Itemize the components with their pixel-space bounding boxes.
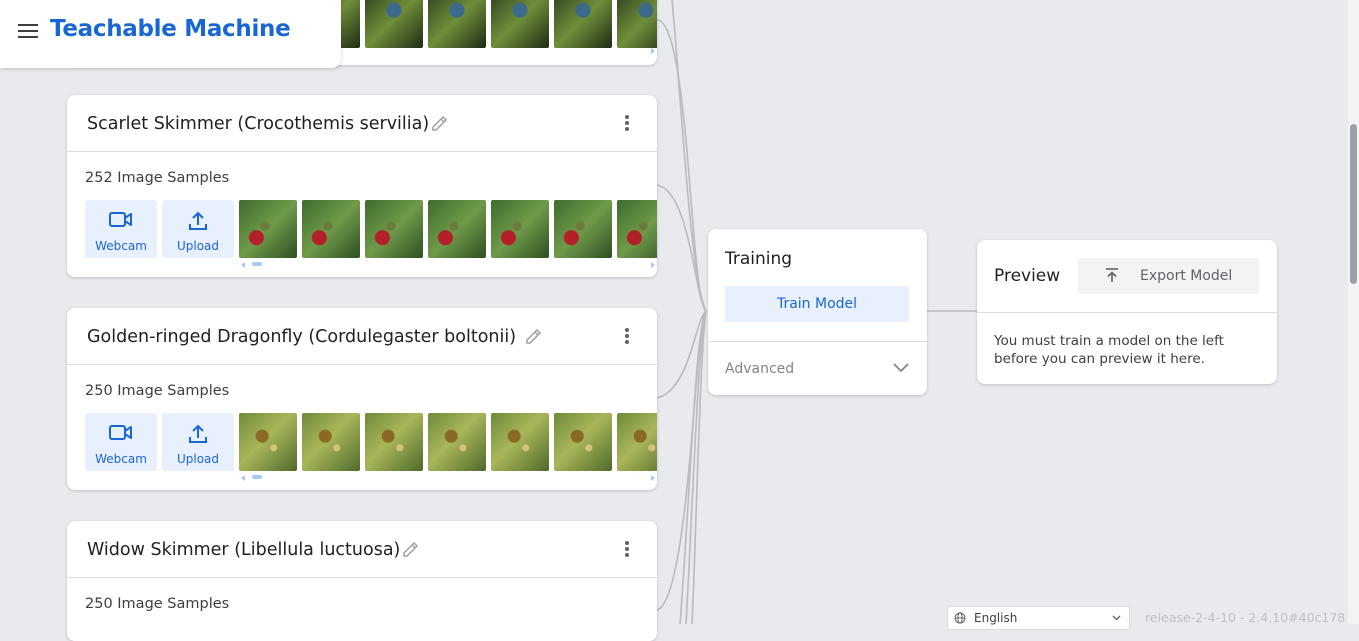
sample-image	[617, 413, 657, 471]
chevron-down-icon	[1112, 615, 1121, 621]
sample-image	[428, 200, 486, 258]
divider	[977, 312, 1277, 313]
export-icon	[1106, 268, 1118, 282]
thumbnail-scrollbar[interactable]	[252, 475, 262, 479]
webcam-button[interactable]: Webcam	[85, 200, 157, 258]
sample-image	[365, 0, 423, 48]
sample-count: 250 Image Samples	[85, 596, 230, 612]
sample-image	[491, 0, 549, 48]
sample-image	[365, 413, 423, 471]
sample-image	[428, 0, 486, 48]
class-card-golden-ringed-dragonfly: Golden-ringed Dragonfly (Cordulegaster b…	[67, 308, 657, 490]
scroll-right-arrow[interactable]	[651, 262, 655, 268]
webcam-label: Webcam	[95, 452, 147, 466]
sample-image	[302, 413, 360, 471]
sample-image	[617, 200, 657, 258]
class-card-header: Scarlet Skimmer (Crocothemis servilia)	[67, 95, 657, 152]
train-model-button[interactable]: Train Model	[725, 286, 909, 322]
sample-count: 252 Image Samples	[85, 170, 230, 186]
more-vert-icon[interactable]	[621, 541, 633, 561]
upload-label: Upload	[176, 452, 220, 466]
webcam-button[interactable]: Webcam	[85, 413, 157, 471]
advanced-toggle[interactable]: Advanced	[725, 361, 794, 377]
class-name[interactable]: Widow Skimmer (Libellula luctuosa)	[87, 540, 400, 560]
class-card-header: Golden-ringed Dragonfly (Cordulegaster b…	[67, 308, 657, 365]
class-card-scarlet-skimmer: Scarlet Skimmer (Crocothemis servilia) 2…	[67, 95, 657, 277]
sample-image	[554, 200, 612, 258]
language-select[interactable]: English	[947, 606, 1130, 630]
export-model-button[interactable]: Export Model	[1078, 258, 1259, 294]
sample-image	[428, 413, 486, 471]
edit-icon[interactable]	[401, 539, 421, 559]
upload-button[interactable]: Upload	[162, 200, 234, 258]
sample-image	[302, 200, 360, 258]
sample-image	[554, 413, 612, 471]
upload-icon	[189, 211, 207, 230]
preview-card: Preview Export Model You must train a mo…	[977, 240, 1277, 384]
app-header: Teachable Machine	[0, 0, 341, 68]
more-vert-icon[interactable]	[621, 115, 633, 135]
webcam-label: Webcam	[95, 239, 147, 253]
edit-icon[interactable]	[430, 113, 450, 133]
divider	[708, 341, 927, 342]
class-name[interactable]: Scarlet Skimmer (Crocothemis servilia)	[87, 114, 429, 134]
scroll-right-arrow[interactable]	[651, 475, 655, 481]
globe-icon	[954, 612, 966, 624]
thumbnail-scrollbar[interactable]	[252, 262, 262, 266]
edit-icon[interactable]	[524, 326, 544, 346]
class-card-widow-skimmer: Widow Skimmer (Libellula luctuosa) 250 I…	[67, 521, 657, 641]
sample-count: 250 Image Samples	[85, 383, 230, 399]
more-vert-icon[interactable]	[621, 328, 633, 348]
scroll-right-arrow[interactable]	[651, 48, 655, 54]
sample-image	[239, 413, 297, 471]
webcam-icon	[109, 212, 132, 227]
release-version: release-2-4-10 - 2.4.10#40c178	[1145, 610, 1346, 625]
upload-label: Upload	[176, 239, 220, 253]
sample-image	[365, 200, 423, 258]
class-card-header: Widow Skimmer (Libellula luctuosa)	[67, 521, 657, 578]
menu-icon[interactable]	[18, 24, 38, 40]
language-label: English	[974, 611, 1018, 625]
app-title[interactable]: Teachable Machine	[50, 16, 291, 42]
upload-button[interactable]: Upload	[162, 413, 234, 471]
sample-image	[239, 200, 297, 258]
training-title: Training	[725, 249, 793, 269]
export-label: Export Model	[1140, 268, 1233, 284]
training-card: Training Train Model Advanced	[708, 229, 927, 395]
chevron-down-icon[interactable]	[893, 363, 909, 373]
upload-icon	[189, 424, 207, 443]
preview-message: You must train a model on the left befor…	[994, 333, 1224, 367]
sample-image	[491, 200, 549, 258]
scroll-left-arrow[interactable]	[241, 262, 245, 268]
sample-image	[491, 413, 549, 471]
page-scrollbar-thumb[interactable]	[1350, 124, 1357, 284]
webcam-icon	[109, 425, 132, 440]
class-name[interactable]: Golden-ringed Dragonfly (Cordulegaster b…	[87, 327, 516, 347]
page-scrollbar[interactable]	[1348, 0, 1359, 624]
scroll-left-arrow[interactable]	[241, 475, 245, 481]
preview-title: Preview	[994, 266, 1061, 286]
sample-image	[554, 0, 612, 48]
sample-image	[617, 0, 657, 48]
